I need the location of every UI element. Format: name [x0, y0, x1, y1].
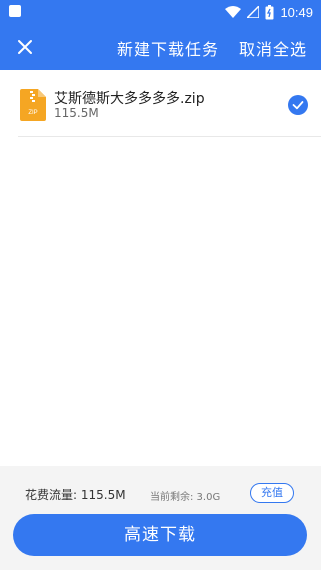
svg-text:ZIP: ZIP	[28, 110, 37, 116]
cancel-select-all-button[interactable]: 取消全选	[239, 36, 307, 60]
page-title: 新建下载任务	[117, 40, 220, 59]
signal-icon	[247, 6, 260, 18]
remaining-label: 当前剩余: 3.0G	[150, 492, 221, 503]
wifi-icon	[225, 5, 242, 18]
close-icon[interactable]	[15, 37, 35, 57]
file-size: 115.5M	[54, 106, 99, 120]
divider	[18, 136, 321, 137]
bottom-panel: 花费流量: 115.5M 当前剩余: 3.0G 充值 高速下载	[0, 466, 321, 570]
cost-label: 花费流量: 115.5M	[25, 488, 126, 502]
toolbar: 新建下载任务 取消全选	[0, 25, 321, 70]
recharge-button[interactable]: 充值	[250, 483, 294, 503]
status-time: 10:49	[280, 4, 313, 20]
battery-icon	[265, 4, 274, 19]
file-name: 艾斯德斯大多多多多.zip	[54, 91, 205, 107]
zip-file-icon: ZIP	[20, 89, 46, 121]
status-icons: 10:49	[225, 3, 313, 21]
status-bar: 10:49	[0, 0, 321, 25]
high-speed-download-button[interactable]: 高速下载	[13, 514, 307, 556]
checkbox-checked-icon[interactable]	[288, 95, 308, 115]
notification-icon	[9, 5, 21, 17]
file-list-item[interactable]: ZIP 艾斯德斯大多多多多.zip 115.5M	[0, 82, 321, 136]
